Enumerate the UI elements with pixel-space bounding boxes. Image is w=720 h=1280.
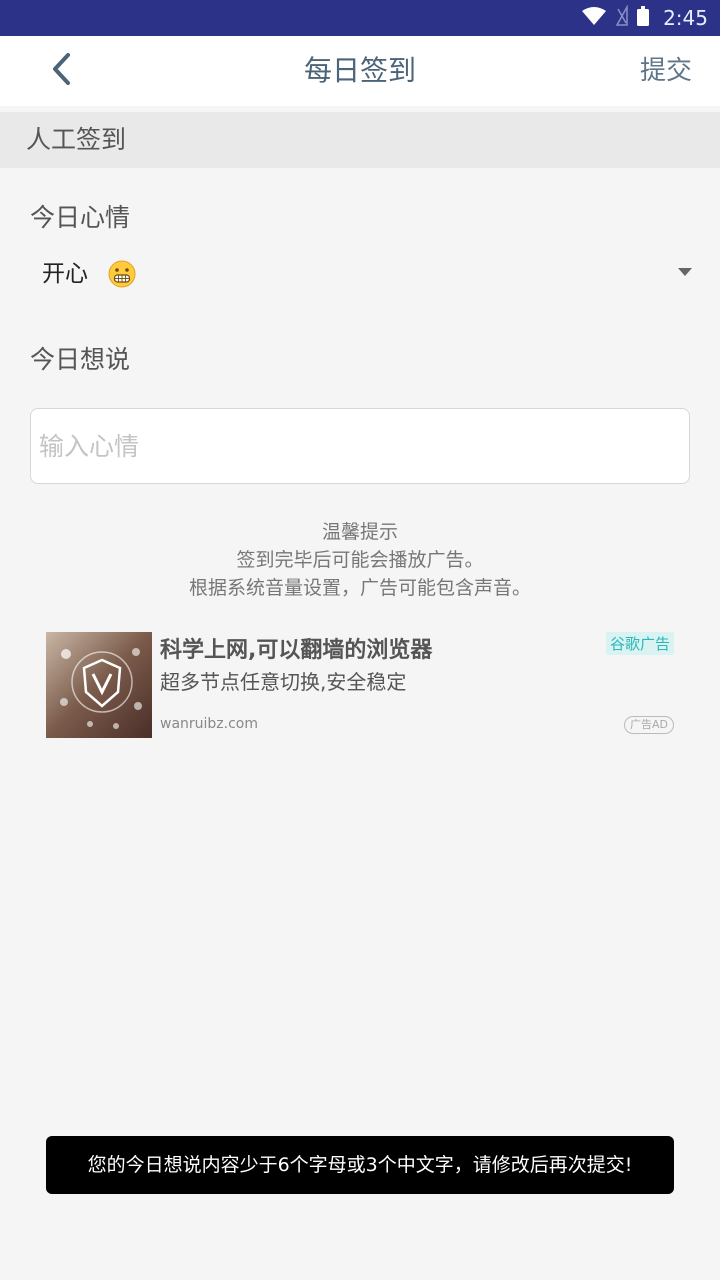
grinning-face-icon [108, 260, 136, 288]
page-title: 每日签到 [303, 54, 416, 87]
battery-icon [637, 6, 650, 30]
status-time: 2:45 [663, 6, 708, 30]
dropdown-arrow-icon [678, 268, 692, 276]
status-icons: 2:45 [581, 0, 708, 36]
mood-selected-value: 开心 [42, 261, 88, 287]
ad-tag-badge: 广告AD [624, 716, 674, 734]
mood-select[interactable]: 开心 [30, 248, 700, 300]
mood-label: 今日心情 [30, 203, 131, 232]
tip-title: 温馨提示 [321, 521, 398, 543]
toast-message: 您的今日想说内容少于6个字母或3个中文字，请修改后再次提交! [46, 1136, 674, 1194]
tip-line-1: 签到完毕后可能会播放广告。 [236, 549, 484, 571]
wifi-icon [581, 6, 607, 30]
section-header: 人工签到 [0, 112, 720, 168]
section-title: 人工签到 [26, 125, 127, 154]
comment-input[interactable] [30, 408, 690, 484]
ad-description: 超多节点任意切换,安全稳定 [160, 670, 407, 694]
ad-thumbnail-image [46, 632, 152, 738]
comment-label: 今日想说 [30, 345, 131, 374]
ad-title: 科学上网,可以翻墙的浏览器 [160, 638, 433, 663]
ad-card[interactable]: 科学上网,可以翻墙的浏览器 超多节点任意切换,安全稳定 wanruibz.com… [46, 630, 674, 738]
tip-line-2: 根据系统音量设置，广告可能包含声音。 [188, 577, 531, 599]
ad-source-badge: 谷歌广告 [605, 632, 674, 655]
tip-box: 温馨提示 签到完毕后可能会播放广告。 根据系统音量设置，广告可能包含声音。 [0, 518, 720, 602]
status-bar: 2:45 [0, 0, 720, 36]
submit-button[interactable]: 提交 [640, 36, 692, 106]
app-bar: 每日签到 提交 [0, 36, 720, 106]
signal-off-icon [615, 4, 629, 31]
ad-domain: wanruibz.com [160, 716, 259, 732]
